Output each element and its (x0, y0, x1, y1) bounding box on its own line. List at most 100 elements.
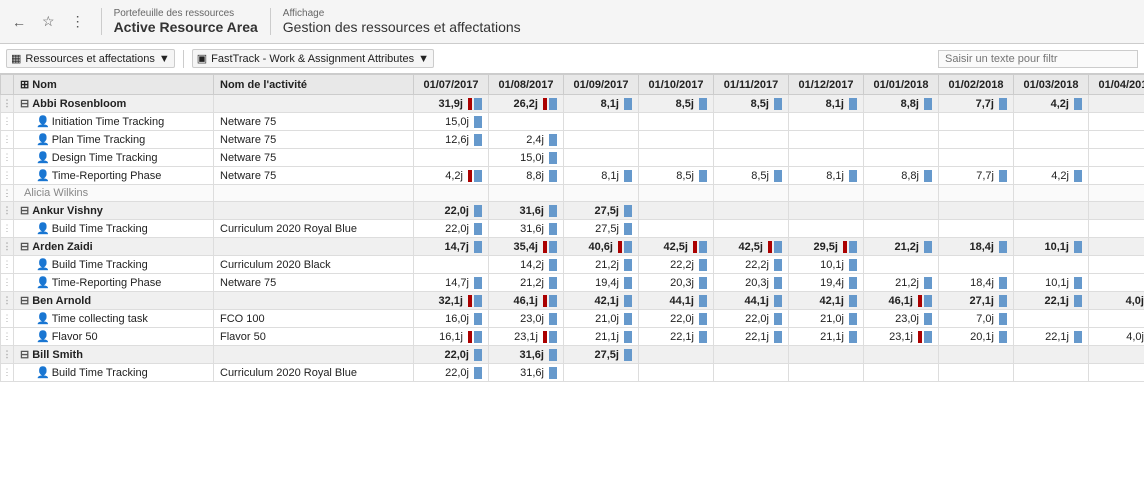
cell-name: 👤Plan Time Tracking (14, 131, 214, 149)
bookmark-button[interactable]: ☆ (38, 11, 59, 32)
cell-value: 21,2j (489, 274, 564, 292)
bar-blue (624, 295, 632, 307)
cell-activity (214, 346, 414, 364)
back-button[interactable]: ← (8, 12, 30, 32)
cell-activity: Flavor 50 (214, 328, 414, 346)
display-value: Gestion des ressources et affectations (283, 19, 521, 35)
bar-blue (549, 205, 557, 217)
fasttrack-toolbar-item[interactable]: ▣ FastTrack - Work & Assignment Attribut… (192, 49, 434, 68)
cell-value (1089, 364, 1144, 382)
cell-name: 👤Build Time Tracking (14, 364, 214, 382)
cell-name: ⊟Arden Zaidi (14, 238, 214, 256)
cell-value (1014, 202, 1089, 220)
cell-value (564, 185, 639, 202)
bar-blue (549, 98, 557, 110)
cell-value: 4,2j (1014, 167, 1089, 185)
cell-value: 21,2j (864, 238, 939, 256)
cell-value (939, 364, 1014, 382)
cell-activity: Curriculum 2020 Black (214, 256, 414, 274)
bar-blue (624, 205, 632, 217)
top-bar: ← ☆ ⋮ Portefeuille des ressources Active… (0, 0, 1144, 44)
bar-blue (999, 241, 1007, 253)
cell-value (939, 149, 1014, 167)
cell-value (864, 131, 939, 149)
row-handle[interactable]: ⋮ (1, 310, 14, 328)
row-handle[interactable]: ⋮ (1, 364, 14, 382)
cell-value (639, 220, 714, 238)
bar-blue (474, 170, 482, 182)
cell-value: 42,5j (639, 238, 714, 256)
cell-activity (214, 238, 414, 256)
cell-value (864, 346, 939, 364)
table-row: ⋮Alicia Wilkins (1, 185, 1144, 202)
bar-blue (774, 277, 782, 289)
table-row: ⋮⊟Ben Arnold32,1j 46,1j 42,1j 44,1j 44,1… (1, 292, 1144, 310)
bar-blue (549, 259, 557, 271)
col-header-date-8: 01/03/2018 (1014, 75, 1089, 95)
cell-value (1089, 185, 1144, 202)
expand-icon[interactable]: ⊟ (20, 294, 29, 307)
cell-activity: Netware 75 (214, 131, 414, 149)
bar-blue (549, 223, 557, 235)
bar-blue (999, 313, 1007, 325)
cell-value: 31,6j (489, 364, 564, 382)
cell-value (1089, 238, 1144, 256)
row-handle[interactable]: ⋮ (1, 220, 14, 238)
bar-blue (549, 349, 557, 361)
cell-activity (214, 292, 414, 310)
display-section: Affichage Gestion des ressources et affe… (270, 8, 521, 35)
bar-blue (699, 259, 707, 271)
cell-value (639, 202, 714, 220)
bar-red (543, 295, 547, 307)
row-handle[interactable]: ⋮ (1, 113, 14, 131)
cell-value (864, 364, 939, 382)
cell-value (864, 220, 939, 238)
row-handle[interactable]: ⋮ (1, 149, 14, 167)
cell-activity (214, 185, 414, 202)
bar-blue (549, 295, 557, 307)
fasttrack-label: FastTrack - Work & Assignment Attributes (211, 53, 414, 65)
row-handle[interactable]: ⋮ (1, 346, 14, 364)
expand-icon[interactable]: ⊟ (20, 240, 29, 253)
bar-blue (699, 295, 707, 307)
expand-icon[interactable]: ⊟ (20, 204, 29, 217)
row-handle[interactable]: ⋮ (1, 274, 14, 292)
row-handle[interactable]: ⋮ (1, 95, 14, 113)
cell-value: 8,5j (714, 95, 789, 113)
cell-value: 14,2j (489, 256, 564, 274)
row-handle[interactable]: ⋮ (1, 167, 14, 185)
row-handle[interactable]: ⋮ (1, 185, 14, 202)
cell-value: 35,4j (489, 238, 564, 256)
cell-value (864, 113, 939, 131)
person-icon: 👤 (36, 116, 50, 128)
bar-blue (474, 313, 482, 325)
expand-icon[interactable]: ⊟ (20, 348, 29, 361)
bar-blue (474, 295, 482, 307)
row-handle[interactable]: ⋮ (1, 202, 14, 220)
cell-value (714, 364, 789, 382)
search-input[interactable] (938, 50, 1138, 68)
resources-toolbar-item[interactable]: ▦ Ressources et affectations ▼ (6, 49, 175, 68)
row-handle[interactable]: ⋮ (1, 256, 14, 274)
cell-value: 44,1j (639, 292, 714, 310)
row-handle[interactable]: ⋮ (1, 292, 14, 310)
row-handle[interactable]: ⋮ (1, 328, 14, 346)
col-header-date-2: 01/09/2017 (564, 75, 639, 95)
bar-blue (774, 98, 782, 110)
cell-value (939, 185, 1014, 202)
bar-blue (474, 134, 482, 146)
row-handle[interactable]: ⋮ (1, 131, 14, 149)
cell-value: 19,4j (564, 274, 639, 292)
main-table-wrapper: ⊞ Nom Nom de l'activité 01/07/2017 01/08… (0, 74, 1144, 500)
menu-button[interactable]: ⋮ (67, 11, 89, 32)
cell-value: 31,9j (414, 95, 489, 113)
cell-value: 42,1j (789, 292, 864, 310)
bar-red (468, 331, 472, 343)
cell-value: 46,1j (864, 292, 939, 310)
expand-icon[interactable]: ⊟ (20, 97, 29, 110)
row-handle[interactable]: ⋮ (1, 238, 14, 256)
bar-red (693, 241, 697, 253)
table-row: ⋮👤Time-Reporting PhaseNetware 7514,7j 21… (1, 274, 1144, 292)
cell-value (789, 346, 864, 364)
expand-all-icon[interactable]: ⊞ (20, 79, 29, 91)
